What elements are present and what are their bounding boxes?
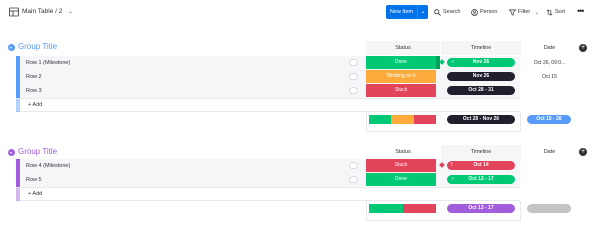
row-name[interactable]: Row 3: [26, 84, 42, 98]
status-summary-bar[interactable]: [369, 204, 436, 213]
chevron-down-icon[interactable]: ⌄: [417, 5, 428, 19]
add-item-label[interactable]: + Add: [28, 99, 42, 112]
collapse-chevron-icon[interactable]: [8, 44, 15, 51]
group-title[interactable]: Group Title: [18, 147, 57, 156]
comment-icon[interactable]: [349, 87, 358, 95]
table-row[interactable]: Row 2: [16, 70, 520, 84]
date-summary[interactable]: Oct 15 - 26: [527, 115, 571, 124]
sort-button[interactable]: Sort: [546, 5, 565, 19]
timeline-pill[interactable]: ! Oct 14: [447, 161, 515, 170]
timeline-summary[interactable]: Oct 13 - 17: [447, 204, 515, 213]
row-color-bar: [16, 188, 20, 201]
status-gap: [436, 70, 440, 83]
timeline-label: Oct 14: [473, 162, 489, 168]
sort-label: Sort: [555, 9, 566, 15]
column-header-timeline[interactable]: Timeline: [441, 41, 521, 55]
timeline-pill[interactable]: ✓ Nov 26: [447, 58, 515, 67]
add-column-icon[interactable]: +: [579, 44, 587, 52]
row-color-bar: [16, 99, 20, 112]
row-name[interactable]: Row 5: [26, 173, 42, 187]
timeline-pill[interactable]: Nov 26: [447, 72, 515, 81]
overdue-icon: !: [451, 162, 453, 168]
search-icon: [434, 8, 441, 16]
add-column-icon[interactable]: +: [579, 148, 587, 156]
timeline-label: Nov 26: [472, 73, 490, 79]
timeline-pill[interactable]: ✓ Oct 13 - 17: [447, 175, 515, 184]
timeline-label: Nov 26: [472, 59, 490, 65]
column-header-status[interactable]: Status: [366, 41, 440, 55]
status-cell[interactable]: Done: [366, 173, 436, 186]
sort-icon: [546, 8, 553, 16]
status-cell[interactable]: Stuck: [366, 84, 436, 97]
new-item-button[interactable]: New Item ⌄: [386, 5, 428, 19]
row-color-bar: [16, 159, 20, 173]
status-gap: [436, 173, 440, 186]
table-row[interactable]: Row 1 (Milestone): [16, 56, 520, 70]
board-toolbar: Main Table / 2 ⌄ New Item ⌄ Search Perso…: [0, 0, 600, 24]
person-icon: [471, 8, 478, 16]
group-title[interactable]: Group Title: [18, 42, 57, 51]
timeline-summary[interactable]: Oct 28 - Nov 26: [447, 115, 515, 124]
filter-label: Filter: [518, 9, 531, 15]
date-cell[interactable]: Oct 15: [522, 70, 577, 84]
status-cell[interactable]: Stuck: [366, 159, 436, 172]
collapse-chevron-icon[interactable]: [8, 149, 15, 156]
person-label: Person: [480, 9, 498, 15]
row-color-bar: [16, 56, 20, 70]
row-name[interactable]: Row 1 (Milestone): [26, 56, 70, 70]
timeline-label: Oct 13 - 17: [468, 176, 494, 182]
search-label: Search: [443, 9, 461, 15]
date-cell[interactable]: Oct 26, 09:0...: [522, 56, 577, 70]
timeline-label: Oct 28 - 31: [468, 87, 494, 93]
table-row[interactable]: Row 4 (Milestone): [16, 159, 520, 173]
column-header-status[interactable]: Status: [366, 145, 440, 159]
column-header-timeline[interactable]: Timeline: [441, 145, 521, 159]
chevron-down-icon[interactable]: ⌄: [534, 9, 539, 16]
add-item-label[interactable]: + Add: [28, 188, 42, 201]
row-name[interactable]: Row 4 (Milestone): [26, 159, 70, 173]
person-filter-button[interactable]: Person: [471, 5, 497, 19]
add-item-row[interactable]: + Add: [16, 98, 520, 112]
search-button[interactable]: Search: [434, 5, 460, 19]
add-item-row[interactable]: + Add: [16, 187, 520, 201]
comment-icon[interactable]: [349, 73, 358, 81]
chevron-down-icon[interactable]: ⌄: [68, 8, 73, 15]
board-view-selector[interactable]: Main Table / 2: [22, 8, 62, 15]
more-options-icon[interactable]: •••: [577, 6, 585, 16]
status-gap: [436, 84, 440, 97]
column-header-date[interactable]: Date: [522, 41, 577, 55]
table-row[interactable]: Row 5: [16, 173, 520, 187]
date-summary[interactable]: -: [527, 204, 571, 213]
comment-icon[interactable]: [349, 162, 358, 170]
table-icon: [9, 7, 19, 17]
status-summary-bar[interactable]: [369, 115, 436, 124]
row-color-bar: [16, 84, 20, 98]
timeline-pill[interactable]: Oct 28 - 31: [447, 86, 515, 95]
check-icon: ✓: [451, 59, 456, 65]
row-color-bar: [16, 70, 20, 84]
new-item-label[interactable]: New Item: [386, 5, 417, 19]
column-header-date[interactable]: Date: [522, 145, 577, 159]
status-cell[interactable]: Done: [366, 56, 436, 69]
filter-button[interactable]: Filter ⌄: [509, 5, 539, 19]
row-name[interactable]: Row 2: [26, 70, 42, 84]
table-row[interactable]: Row 3: [16, 84, 520, 98]
comment-icon[interactable]: [349, 176, 358, 184]
comment-icon[interactable]: [349, 59, 358, 67]
filter-icon: [509, 9, 516, 16]
status-cell[interactable]: Working on it: [366, 70, 436, 83]
row-color-bar: [16, 173, 20, 187]
check-icon: ✓: [451, 176, 456, 182]
